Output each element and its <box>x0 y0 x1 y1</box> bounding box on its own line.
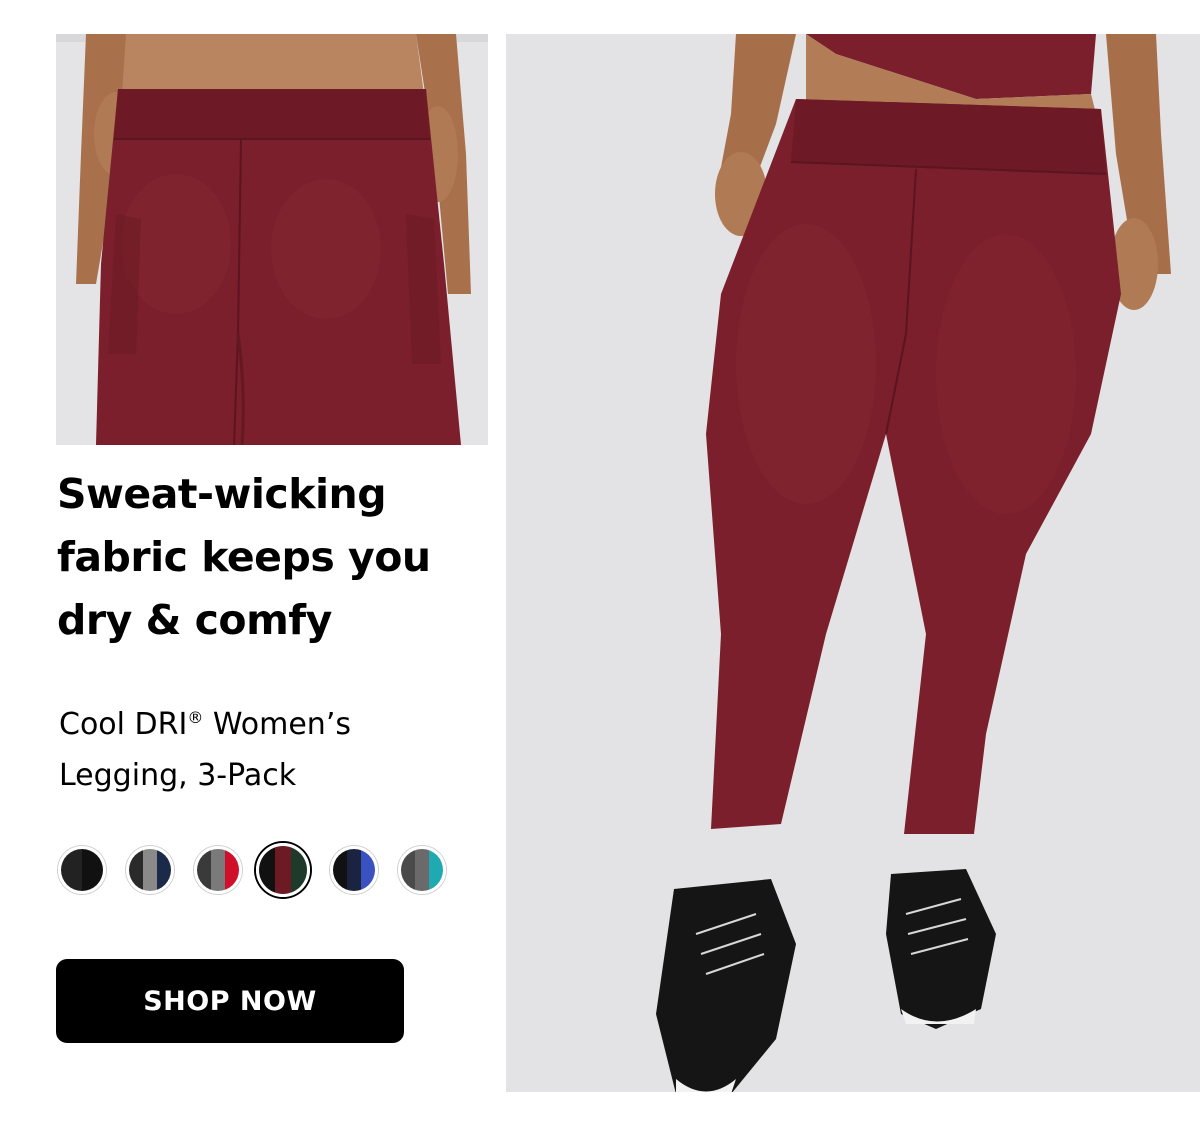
swatch-color-stripe <box>415 849 429 891</box>
swatch-color-stripe <box>333 849 347 891</box>
headline: Sweat-wicking fabric keeps you dry & com… <box>57 463 487 652</box>
product-name-line-1: Women’s <box>203 707 351 742</box>
swatch-color-stripe <box>157 849 171 891</box>
gray-teal-swatch[interactable] <box>398 846 446 894</box>
headline-line-3: dry & comfy <box>57 596 332 644</box>
product-name-brand: Cool DRI <box>59 707 188 742</box>
swatch-color-stripe <box>197 849 211 891</box>
swatch-color-stripe <box>361 849 375 891</box>
product-name-line-2: Legging, 3-Pack <box>59 758 297 793</box>
swatch-color-stripe <box>225 849 239 891</box>
legging-front-image <box>506 34 1200 1092</box>
swatch-color-stripe <box>61 849 82 891</box>
headline-line-1: Sweat-wicking <box>57 470 387 518</box>
swatch-color-stripe <box>401 849 415 891</box>
swatch-color-stripe <box>259 846 275 894</box>
swatch-color-stripe <box>129 849 143 891</box>
swatch-color-stripe <box>275 846 291 894</box>
black-navy-blue-swatch[interactable] <box>330 846 378 894</box>
charcoal-gray-red-swatch[interactable] <box>194 846 242 894</box>
swatch-color-stripe <box>143 849 157 891</box>
shop-now-button[interactable]: SHOP NOW <box>56 959 404 1043</box>
swatch-color-stripe <box>211 849 225 891</box>
black-swatch[interactable] <box>58 846 106 894</box>
swatch-color-stripe <box>429 849 443 891</box>
swatch-color-stripe <box>82 849 103 891</box>
black-burgundy-green-swatch[interactable] <box>256 843 310 897</box>
front-view-photo <box>506 34 1200 1092</box>
back-view-photo <box>56 34 488 445</box>
swatch-color-stripe <box>347 849 361 891</box>
legging-back-image <box>56 34 488 445</box>
registered-mark: ® <box>187 708 204 727</box>
black-gray-navy-swatch[interactable] <box>126 846 174 894</box>
swatch-color-stripe <box>291 846 307 894</box>
color-swatch-list <box>56 842 451 897</box>
headline-line-2: fabric keeps you <box>57 533 431 581</box>
product-name: Cool DRI® Women’s Legging, 3-Pack <box>59 699 479 801</box>
